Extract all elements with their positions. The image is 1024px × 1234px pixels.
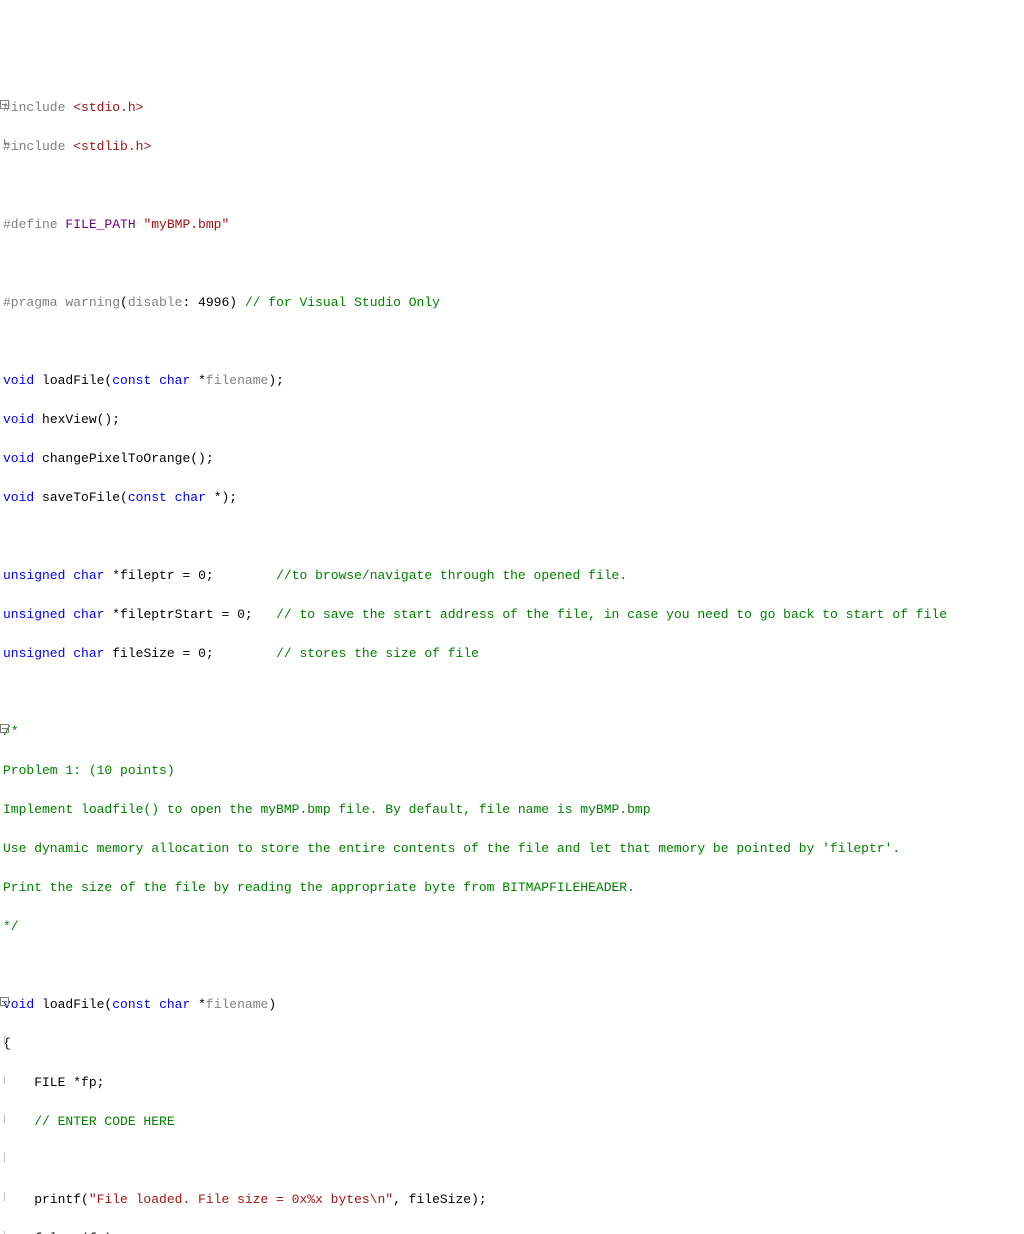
code-line: #include <stdlib.h> xyxy=(3,137,1024,157)
blank-line xyxy=(3,176,1024,196)
fold-guide-icon xyxy=(0,1153,9,1162)
code-line: FILE *fp; xyxy=(3,1073,1024,1093)
comment: Print the size of the file by reading th… xyxy=(3,880,635,895)
code-line: #include <stdio.h> xyxy=(3,98,1024,118)
preprocessor: #pragma xyxy=(3,295,58,310)
keyword: void xyxy=(3,373,34,388)
string-literal: "File loaded. File size = 0x%x bytes\n" xyxy=(89,1192,393,1207)
fold-guide-icon xyxy=(0,1075,9,1084)
code-line: void saveToFile(const char *); xyxy=(3,488,1024,508)
comment: // ENTER CODE HERE xyxy=(34,1114,174,1129)
code-line: // ENTER CODE HERE xyxy=(3,1112,1024,1132)
keyword: unsigned xyxy=(3,646,65,661)
comment-block-end: */ xyxy=(3,919,19,934)
fold-minus-icon[interactable] xyxy=(0,997,9,1006)
fold-minus-icon[interactable] xyxy=(0,724,9,733)
comment: Use dynamic memory allocation to store t… xyxy=(3,841,900,856)
code-line: #pragma warning(disable: 4996) // for Vi… xyxy=(3,293,1024,313)
preprocessor: #define xyxy=(3,217,58,232)
blank-line xyxy=(3,683,1024,703)
blank-line xyxy=(3,332,1024,352)
code-line: unsigned char *fileptrStart = 0; // to s… xyxy=(3,605,1024,625)
code-line: Problem 1: (10 points) xyxy=(3,761,1024,781)
keyword: unsigned xyxy=(3,607,65,622)
code-line: /* xyxy=(3,722,1024,742)
include-header: <stdio.h> xyxy=(73,100,143,115)
comment: // to save the start address of the file… xyxy=(276,607,947,622)
preprocessor: #include xyxy=(3,139,65,154)
comment: Problem 1: (10 points) xyxy=(3,763,175,778)
code-line: Use dynamic memory allocation to store t… xyxy=(3,839,1024,859)
keyword: void xyxy=(3,412,34,427)
code-line: void loadFile(const char *filename) xyxy=(3,995,1024,1015)
string-literal: "myBMP.bmp" xyxy=(143,217,229,232)
preprocessor: #include xyxy=(3,100,65,115)
blank-line xyxy=(3,956,1024,976)
keyword: void xyxy=(3,490,34,505)
blank-line xyxy=(3,254,1024,274)
code-line: fclose(fp); xyxy=(3,1229,1024,1234)
code-line: */ xyxy=(3,917,1024,937)
comment: //to browse/navigate through the opened … xyxy=(276,568,627,583)
fold-guide-icon xyxy=(0,1231,9,1234)
code-line: void changePixelToOrange(); xyxy=(3,449,1024,469)
code-line: unsigned char *fileptr = 0; //to browse/… xyxy=(3,566,1024,586)
blank-line xyxy=(3,1151,1024,1171)
comment: // for Visual Studio Only xyxy=(245,295,440,310)
include-header: <stdlib.h> xyxy=(73,139,151,154)
code-line: { xyxy=(3,1034,1024,1054)
code-editor: #include <stdio.h> #include <stdlib.h> #… xyxy=(0,78,1024,1234)
comment: Implement loadfile() to open the myBMP.b… xyxy=(3,802,651,817)
code-line: Print the size of the file by reading th… xyxy=(3,878,1024,898)
fold-guide-icon xyxy=(0,1114,9,1123)
blank-line xyxy=(3,527,1024,547)
fold-minus-icon[interactable] xyxy=(0,100,9,109)
code-line: Implement loadfile() to open the myBMP.b… xyxy=(3,800,1024,820)
keyword: unsigned xyxy=(3,568,65,583)
fold-guide-icon xyxy=(0,1192,9,1201)
code-line: printf("File loaded. File size = 0x%x by… xyxy=(3,1190,1024,1210)
code-line: unsigned char fileSize = 0; // stores th… xyxy=(3,644,1024,664)
fold-end-icon xyxy=(0,139,9,148)
comment: // stores the size of file xyxy=(276,646,479,661)
code-line: void loadFile(const char *filename); xyxy=(3,371,1024,391)
code-line: void hexView(); xyxy=(3,410,1024,430)
code-line: #define FILE_PATH "myBMP.bmp" xyxy=(3,215,1024,235)
keyword: void xyxy=(3,451,34,466)
macro-name: FILE_PATH xyxy=(65,217,135,232)
fold-guide-icon xyxy=(0,1036,9,1045)
